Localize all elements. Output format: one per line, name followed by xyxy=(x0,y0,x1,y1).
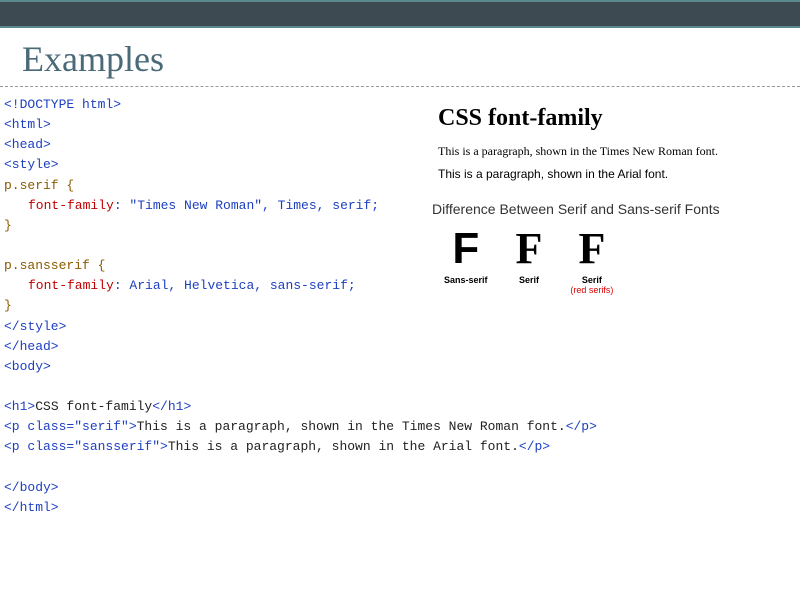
code-line: </body> xyxy=(4,478,424,498)
glyph-serif-red: FFF xyxy=(578,227,605,271)
glyph-sublabel: (red serifs) xyxy=(570,285,613,295)
preview-sans-p: This is a paragraph, shown in the Arial … xyxy=(438,167,788,181)
code-pane: <!DOCTYPE html><html><head><style>p.seri… xyxy=(4,95,424,518)
preview-serif-p: This is a paragraph, shown in the Times … xyxy=(438,144,788,159)
code-line: <body> xyxy=(4,357,424,377)
preview-pane: CSS font-family This is a paragraph, sho… xyxy=(424,95,796,518)
code-line: } xyxy=(4,296,424,316)
code-line: <html> xyxy=(4,115,424,135)
code-line: } xyxy=(4,216,424,236)
code-line: <style> xyxy=(4,155,424,175)
diagram-col: F Sans-serif xyxy=(444,227,488,295)
slide-title: Examples xyxy=(0,28,800,87)
code-line xyxy=(4,458,424,478)
code-line xyxy=(4,236,424,256)
code-line: p.serif { xyxy=(4,176,424,196)
code-line: <p class="serif">This is a paragraph, sh… xyxy=(4,417,424,437)
code-line: font-family: "Times New Roman", Times, s… xyxy=(4,196,424,216)
code-line: </html> xyxy=(4,498,424,518)
code-line: </style> xyxy=(4,317,424,337)
glyph-label: Serif xyxy=(516,275,543,285)
code-line: </head> xyxy=(4,337,424,357)
code-line: <p class="sansserif">This is a paragraph… xyxy=(4,437,424,457)
main-content: <!DOCTYPE html><html><head><style>p.seri… xyxy=(0,95,800,518)
code-line: <head> xyxy=(4,135,424,155)
code-line: <!DOCTYPE html> xyxy=(4,95,424,115)
preview-heading: CSS font-family xyxy=(438,105,788,132)
diagram-row: FSans-serifFSerifFFFSerif(red serifs) xyxy=(438,227,788,295)
code-line: font-family: Arial, Helvetica, sans-seri… xyxy=(4,276,424,296)
code-line: p.sansserif { xyxy=(4,256,424,276)
code-line: <h1>CSS font-family</h1> xyxy=(4,397,424,417)
code-line xyxy=(4,377,424,397)
diagram-title: Difference Between Serif and Sans-serif … xyxy=(432,201,788,217)
glyph-label: Serif xyxy=(570,275,613,285)
glyph-label: Sans-serif xyxy=(444,275,488,285)
diagram-col: FFF Serif(red serifs) xyxy=(570,227,613,295)
glyph-sans: F xyxy=(444,227,488,271)
diagram-col: F Serif xyxy=(516,227,543,295)
glyph-serif: F xyxy=(516,227,543,271)
header-bar xyxy=(0,0,800,28)
